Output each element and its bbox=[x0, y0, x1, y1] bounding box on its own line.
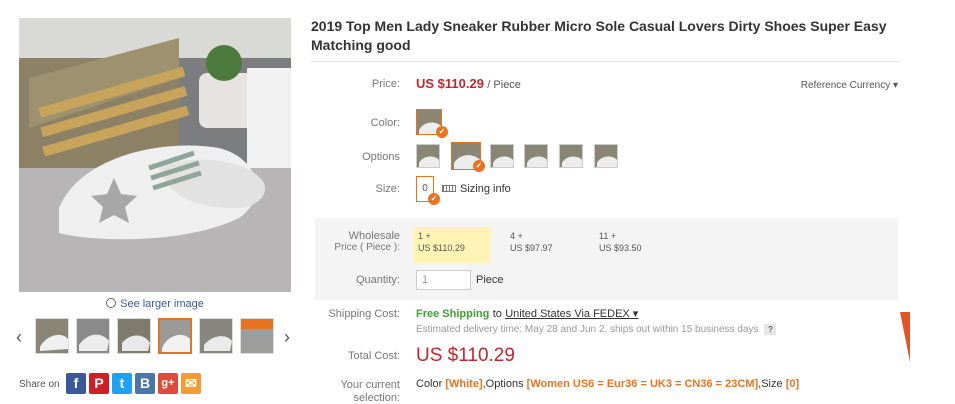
price-unit: / Piece bbox=[487, 79, 521, 91]
selection-color-value: [White] bbox=[445, 378, 483, 390]
quantity-input[interactable] bbox=[416, 270, 471, 290]
current-selection-label: Your current selection: bbox=[300, 379, 400, 404]
total-cost-value: US $110.29 bbox=[416, 345, 515, 366]
wholesale-tier[interactable]: 4 + US $97.97 bbox=[505, 227, 583, 263]
twitter-icon[interactable]: t bbox=[112, 373, 132, 394]
total-cost-label: Total Cost: bbox=[348, 350, 400, 362]
selection-options-prefix: ,Options bbox=[482, 378, 524, 390]
title-divider bbox=[311, 61, 901, 62]
option-swatch[interactable] bbox=[594, 144, 618, 168]
current-selection-line2: selection: bbox=[353, 392, 400, 404]
free-shipping: Free Shipping bbox=[416, 308, 490, 320]
wholesale-tier[interactable]: 1 + US $110.29 bbox=[413, 227, 491, 263]
current-selection: Color [White],Options [Women US6 = Eur36… bbox=[416, 378, 799, 390]
tier-price: US $93.50 bbox=[599, 243, 642, 253]
selection-size-prefix: ,Size bbox=[758, 378, 783, 390]
thumbnail-active[interactable] bbox=[158, 318, 192, 354]
wholesale-label-line1: Wholesale bbox=[348, 230, 400, 242]
selection-color-prefix: Color bbox=[416, 378, 443, 390]
tier-price: US $110.29 bbox=[418, 243, 465, 253]
shipping-row: Free Shipping to United States Via FEDEX… bbox=[416, 306, 638, 320]
google-plus-icon[interactable]: g+ bbox=[158, 373, 178, 394]
thumbnail[interactable] bbox=[117, 318, 151, 354]
thumbnail[interactable] bbox=[76, 318, 110, 354]
reference-currency-dropdown[interactable]: Reference Currency ▾ bbox=[730, 80, 898, 91]
tier-qty: 4 + bbox=[510, 231, 523, 241]
price-value-row: US $110.29 / Piece bbox=[416, 76, 521, 91]
quantity-label: Quantity: bbox=[355, 274, 400, 286]
delivery-estimate-text: Estimated delivery time: May 28 and Jun … bbox=[416, 324, 759, 335]
email-icon[interactable]: ✉ bbox=[181, 373, 201, 394]
sizing-info-label: Sizing info bbox=[460, 183, 511, 195]
facebook-icon[interactable]: f bbox=[66, 373, 86, 394]
see-larger-image-link[interactable]: See larger image bbox=[19, 298, 291, 310]
thumbnail[interactable] bbox=[35, 318, 69, 354]
size-label: Size: bbox=[375, 183, 400, 195]
option-swatch[interactable] bbox=[524, 144, 548, 168]
vk-icon[interactable]: B bbox=[135, 373, 155, 394]
delivery-estimate: Estimated delivery time: May 28 and Jun … bbox=[416, 324, 777, 335]
wholesale-tier[interactable]: 11 + US $93.50 bbox=[594, 227, 672, 263]
thumbnail[interactable] bbox=[199, 318, 233, 354]
chevron-right-icon[interactable]: › bbox=[284, 328, 290, 346]
main-product-image[interactable] bbox=[19, 18, 291, 292]
selected-check-icon: ✓ bbox=[428, 193, 440, 205]
price-value: US $110.29 bbox=[416, 76, 484, 91]
option-swatch[interactable] bbox=[490, 144, 514, 168]
tier-qty: 11 + bbox=[599, 231, 617, 241]
option-swatch[interactable] bbox=[416, 144, 440, 168]
wholesale-label: Wholesale Price ( Piece ): bbox=[300, 230, 400, 254]
share-label: Share on bbox=[19, 379, 60, 390]
selected-check-icon: ✓ bbox=[473, 160, 485, 172]
thumbnail[interactable] bbox=[240, 318, 274, 354]
see-larger-label: See larger image bbox=[120, 298, 204, 310]
decorative-flag bbox=[900, 312, 910, 362]
magnifier-icon bbox=[106, 298, 117, 308]
price-label: Price: bbox=[371, 78, 400, 90]
option-swatch[interactable] bbox=[559, 144, 583, 168]
wholesale-label-line2: Price ( Piece ): bbox=[334, 242, 400, 253]
tier-qty: 1 + bbox=[418, 231, 431, 241]
pinterest-icon[interactable]: P bbox=[89, 373, 109, 394]
chevron-left-icon[interactable]: ‹ bbox=[16, 328, 22, 346]
shipping-destination-dropdown[interactable]: United States Via FEDEX ▾ bbox=[505, 308, 638, 320]
selected-check-icon: ✓ bbox=[436, 126, 448, 138]
ruler-icon bbox=[442, 185, 456, 192]
selection-size-value: [0] bbox=[785, 378, 800, 390]
options-label: Options bbox=[362, 151, 400, 163]
selection-options-value: [Women US6 = Eur36 = UK3 = CN36 = 23CM] bbox=[526, 378, 759, 390]
product-title: 2019 Top Men Lady Sneaker Rubber Micro S… bbox=[311, 18, 887, 53]
shipping-to: to bbox=[492, 308, 502, 320]
thumbnail-strip: ‹ › bbox=[14, 318, 299, 358]
quantity-unit: Piece bbox=[476, 274, 504, 286]
current-selection-line1: Your current bbox=[340, 379, 400, 391]
tier-price: US $97.97 bbox=[510, 243, 553, 253]
help-icon[interactable]: ? bbox=[764, 324, 777, 335]
color-label: Color: bbox=[370, 117, 400, 129]
shipping-cost-label: Shipping Cost: bbox=[328, 308, 400, 320]
sizing-info-link[interactable]: Sizing info bbox=[442, 183, 511, 195]
